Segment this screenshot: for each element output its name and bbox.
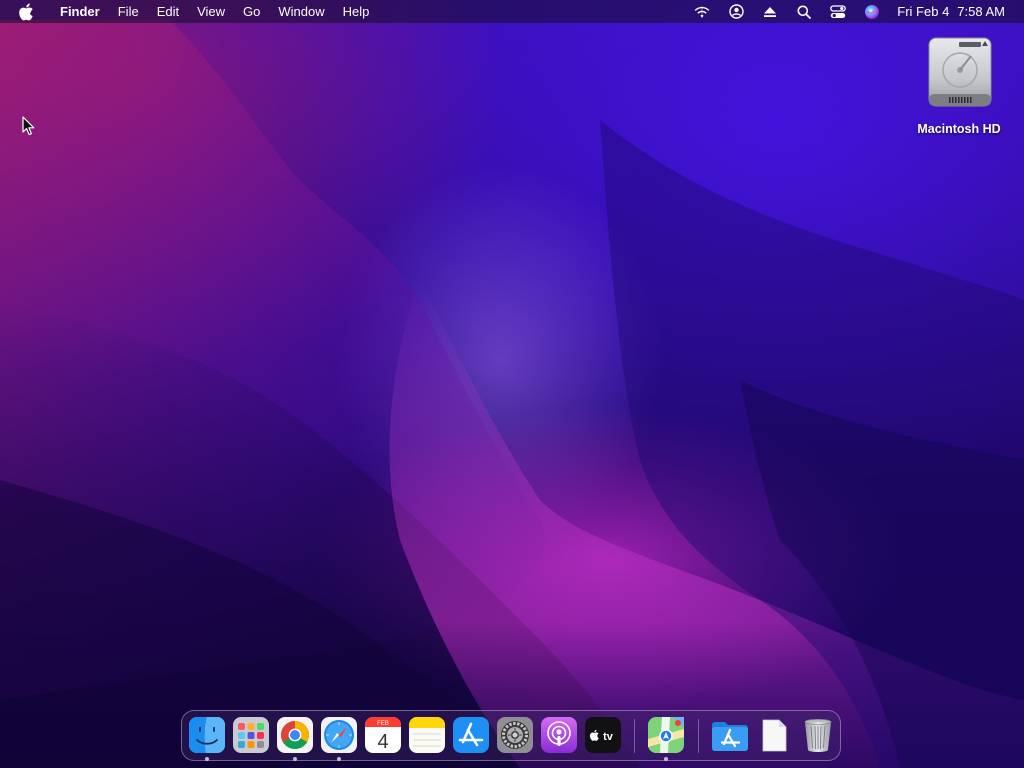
menu-app-name[interactable]: Finder: [48, 0, 109, 23]
control-center-icon[interactable]: [830, 4, 847, 20]
menu-view[interactable]: View: [188, 0, 234, 23]
podcasts-icon: [541, 717, 577, 753]
dock-safari[interactable]: [321, 717, 357, 753]
menu-bar: Finder File Edit View Go Window Help Fri…: [0, 0, 1024, 23]
hard-drive-icon: [919, 34, 999, 114]
calendar-icon: FEB 4: [365, 717, 401, 753]
menu-bar-left: Finder File Edit View Go Window Help: [0, 0, 378, 23]
menu-bar-right: Fri Feb 4 7:58 AM: [685, 0, 1024, 23]
chrome-icon: [277, 717, 313, 753]
wallpaper: [0, 20, 1024, 768]
dock-apple-tv[interactable]: tv: [585, 717, 621, 753]
dock-chrome[interactable]: [277, 717, 313, 753]
trash-icon: [804, 719, 832, 752]
maps-icon: [648, 717, 684, 753]
finder-icon: [189, 717, 225, 753]
gear-icon: [497, 717, 533, 753]
safari-icon: [321, 717, 357, 753]
search-icon[interactable]: [796, 4, 812, 20]
dock-separator: [634, 719, 635, 753]
eject-icon[interactable]: [762, 4, 778, 20]
notes-icon: [409, 717, 445, 753]
menu-window[interactable]: Window: [269, 0, 333, 23]
dock-document[interactable]: [756, 717, 792, 753]
desktop-icon-label: Macintosh HD: [917, 122, 1001, 136]
dock-system-preferences[interactable]: [497, 717, 533, 753]
launchpad-icon: [233, 717, 269, 753]
dock-podcasts[interactable]: [541, 717, 577, 753]
apple-tv-icon: tv: [585, 717, 621, 753]
dock-running-indicator: [205, 757, 209, 761]
dock-running-indicator: [293, 757, 297, 761]
dock: FEB 4 tv: [181, 710, 841, 761]
dock-finder[interactable]: [189, 717, 225, 753]
clock-date: Fri Feb 4: [897, 4, 950, 19]
calendar-month: FEB: [377, 721, 389, 727]
apple-tv-label: tv: [603, 731, 614, 743]
dock-trash[interactable]: [800, 717, 836, 753]
dock-running-indicator: [337, 757, 341, 761]
user-account-icon[interactable]: [728, 4, 744, 20]
menu-edit[interactable]: Edit: [148, 0, 188, 23]
dock-separator: [698, 719, 699, 753]
clock-time: 7:58 AM: [957, 4, 1005, 19]
mouse-cursor-icon: [22, 116, 36, 136]
dock-running-indicator: [664, 757, 668, 761]
menu-help[interactable]: Help: [334, 0, 379, 23]
menu-go[interactable]: Go: [234, 0, 269, 23]
menu-bar-clock[interactable]: Fri Feb 4 7:58 AM: [897, 4, 1005, 19]
desktop-icon-macintosh-hd[interactable]: Macintosh HD: [905, 34, 1013, 136]
desktop[interactable]: Finder File Edit View Go Window Help Fri…: [0, 0, 1024, 768]
menu-file[interactable]: File: [109, 0, 148, 23]
dock-maps[interactable]: [648, 717, 684, 753]
calendar-day: 4: [377, 731, 388, 753]
dock-launchpad[interactable]: [233, 717, 269, 753]
wifi-icon[interactable]: [694, 4, 710, 20]
document-icon: [762, 719, 787, 752]
dock-app-store[interactable]: [453, 717, 489, 753]
siri-icon[interactable]: [864, 4, 880, 20]
dock-notes[interactable]: [409, 717, 445, 753]
apple-logo-icon[interactable]: [18, 3, 36, 21]
app-store-folder-icon: [712, 722, 748, 751]
dock-applications-folder[interactable]: [712, 717, 748, 753]
app-store-icon: [453, 717, 489, 753]
dock-calendar[interactable]: FEB 4: [365, 717, 401, 753]
